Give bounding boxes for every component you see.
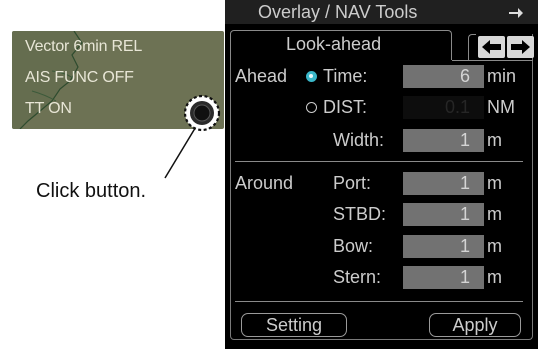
dist-unit: NM xyxy=(487,97,515,117)
time-radio[interactable] xyxy=(306,71,317,82)
bow-label: Bow: xyxy=(333,236,374,256)
arrow-right-icon xyxy=(511,40,530,54)
port-label: Port: xyxy=(333,173,372,193)
time-field[interactable]: 6 xyxy=(403,65,484,88)
around-label: Around xyxy=(235,173,294,193)
time-label: Time: xyxy=(323,66,368,86)
arrow-left-icon xyxy=(482,40,501,54)
dist-label: DIST: xyxy=(323,97,368,117)
button-divider xyxy=(235,301,523,302)
callout-text: Click button. xyxy=(36,180,147,202)
width-field[interactable]: 1 xyxy=(403,129,484,152)
stbd-label: STBD: xyxy=(333,204,387,224)
tab-label: Look-ahead xyxy=(286,34,382,54)
nav-tools-panel: Overlay / NAV Tools Look-ahead Ahead Tim… xyxy=(225,0,538,349)
apply-button[interactable]: Apply xyxy=(429,313,521,337)
setting-button[interactable]: Setting xyxy=(241,313,347,337)
width-unit: m xyxy=(487,130,502,150)
dist-radio[interactable] xyxy=(306,102,317,113)
tab-divider xyxy=(452,60,533,61)
bow-field[interactable]: 1 xyxy=(403,235,484,258)
prev-tab-button[interactable] xyxy=(478,36,505,58)
stbd-field[interactable]: 1 xyxy=(403,203,484,226)
width-label: Width: xyxy=(333,130,385,150)
tab-look-ahead[interactable]: Look-ahead xyxy=(230,30,452,60)
stern-unit: m xyxy=(487,267,502,287)
bow-unit: m xyxy=(487,236,502,256)
dial-button-icon[interactable] xyxy=(182,93,222,133)
stern-label: Stern: xyxy=(333,267,382,287)
tab-edge xyxy=(468,34,476,60)
arrow-right-icon[interactable] xyxy=(508,6,524,20)
next-tab-button[interactable] xyxy=(507,36,534,58)
ahead-label: Ahead xyxy=(235,66,288,86)
section-divider xyxy=(235,161,523,162)
dist-field[interactable]: 0.1 xyxy=(403,96,484,119)
time-unit: min xyxy=(487,66,517,86)
port-field[interactable]: 1 xyxy=(403,172,484,195)
panel-titlebar: Overlay / NAV Tools xyxy=(225,0,538,24)
stbd-unit: m xyxy=(487,204,502,224)
port-unit: m xyxy=(487,173,502,193)
stern-field[interactable]: 1 xyxy=(403,266,484,289)
panel-title: Overlay / NAV Tools xyxy=(258,2,418,22)
